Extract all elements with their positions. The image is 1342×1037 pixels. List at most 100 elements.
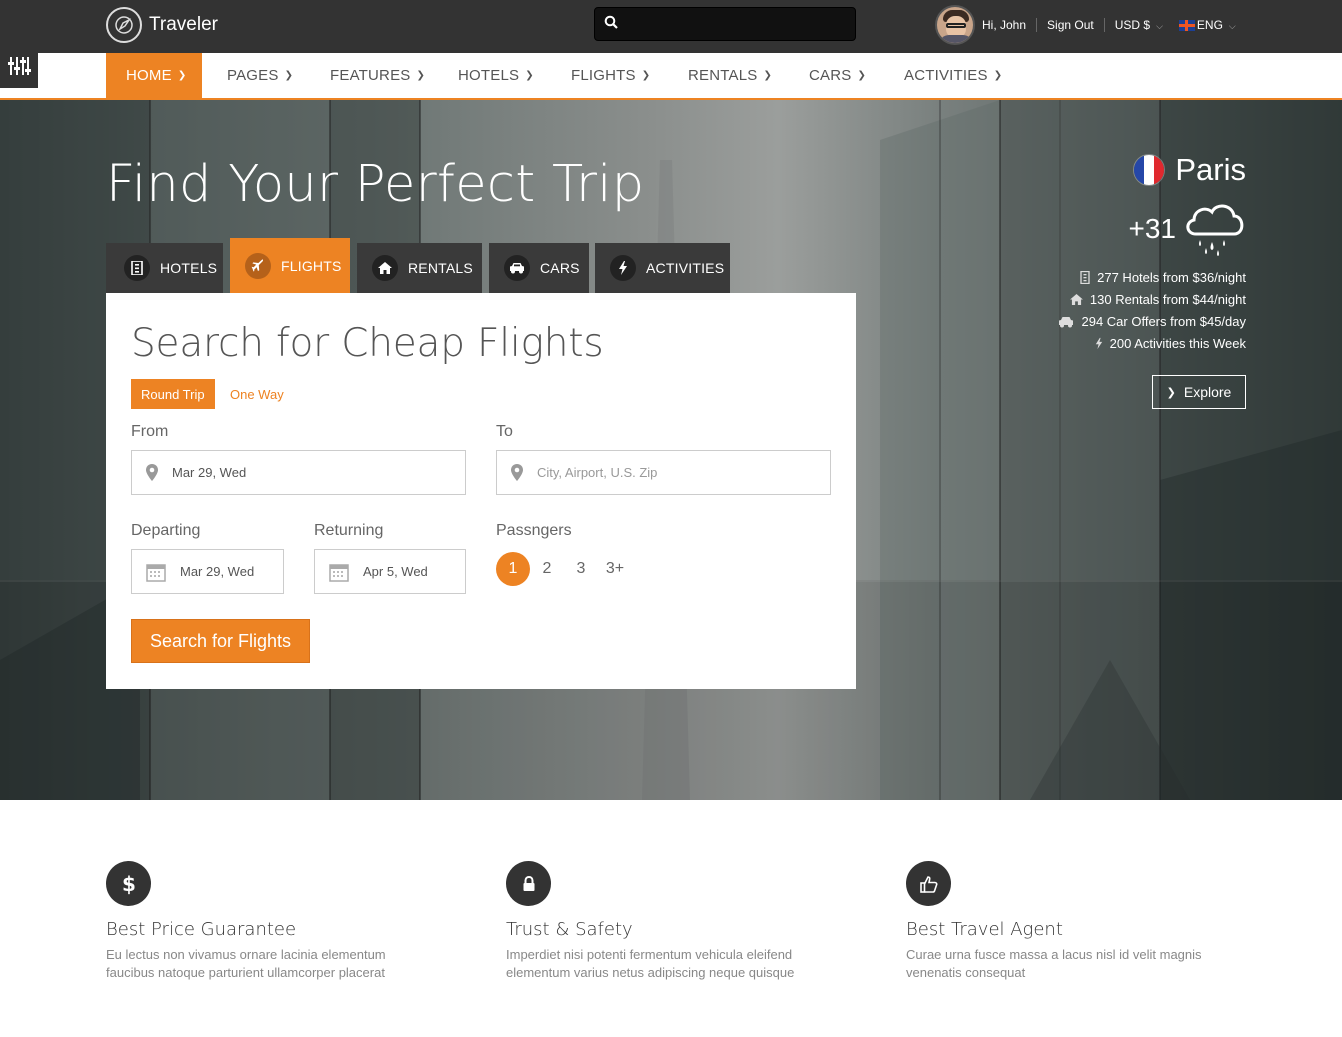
- nav-hotels[interactable]: HOTELS ❯: [458, 53, 534, 98]
- nav-home[interactable]: HOME ❯: [106, 53, 203, 98]
- tab-label: FLIGHTS: [281, 257, 342, 274]
- passengers-label: Passngers: [496, 522, 572, 539]
- top-search-box[interactable]: [594, 7, 856, 41]
- chevron-down-icon: ❯: [763, 70, 773, 81]
- chevron-down-icon: ❯: [177, 70, 187, 81]
- stat-rentals: 130 Rentals from $44/night: [1069, 292, 1246, 307]
- nav-pages[interactable]: PAGES ❯: [227, 53, 293, 98]
- chevron-down-icon: ❯: [641, 70, 651, 81]
- divider: [1036, 18, 1038, 32]
- tab-cars[interactable]: CARS: [489, 243, 589, 293]
- plane-icon: [245, 252, 271, 279]
- explore-button[interactable]: ❯ Explore: [1152, 375, 1246, 409]
- uk-flag-icon: [1178, 20, 1195, 32]
- tab-rentals[interactable]: RENTALS: [357, 243, 482, 293]
- tab-label: CARS: [540, 260, 580, 276]
- chevron-right-icon: ❯: [1166, 386, 1176, 399]
- round-trip-button[interactable]: Round Trip: [131, 379, 215, 409]
- weather: +31: [1129, 200, 1247, 258]
- building-icon: [1080, 271, 1090, 284]
- feature-travel-agent: Best Travel Agent Curae urna fusce massa…: [906, 861, 1236, 982]
- avatar[interactable]: [935, 5, 975, 45]
- tab-label: RENTALS: [408, 260, 473, 276]
- home-icon: [372, 255, 398, 281]
- france-flag-icon: [1133, 154, 1166, 186]
- feature-text: Eu lectus non vivamus ornare lacinia ele…: [106, 947, 386, 980]
- language-label: ENG: [1196, 18, 1223, 32]
- stat-text: 294 Car Offers from $45/day: [1081, 314, 1246, 329]
- tab-flights[interactable]: FLIGHTS: [230, 238, 350, 293]
- from-field[interactable]: Mar 29, Wed: [131, 450, 466, 495]
- search-input[interactable]: [626, 16, 846, 32]
- tab-label: HOTELS: [160, 260, 218, 276]
- feature-title: Best Price Guarantee: [106, 919, 297, 940]
- departing-label: Departing: [131, 522, 201, 539]
- map-marker-icon: [146, 464, 158, 481]
- top-bar: Traveler Hi, John Sign Out USD $ ⌵ ENG ⌵: [0, 0, 1342, 53]
- nav-cars[interactable]: CARS ❯: [809, 53, 866, 98]
- returning-field[interactable]: Apr 5, Wed: [314, 549, 466, 594]
- nav-label: CARS: [809, 67, 852, 84]
- departing-field[interactable]: Mar 29, Wed: [131, 549, 284, 594]
- brand-logo[interactable]: Traveler: [106, 6, 218, 44]
- dollar-icon: $: [106, 861, 151, 906]
- chevron-down-icon: ❯: [857, 70, 867, 81]
- passenger-option-1[interactable]: 1: [496, 552, 530, 586]
- main-nav: HOME ❯ PAGES ❯ FEATURES ❯ HOTELS ❯ FLIGHTS ❯ …: [0, 53, 1342, 100]
- chevron-down-icon: ⌵: [1156, 21, 1163, 31]
- nav-label: HOME: [126, 67, 172, 84]
- destination-city: Paris: [1133, 152, 1246, 188]
- nav-features[interactable]: FEATURES ❯: [330, 53, 425, 98]
- nav-activities[interactable]: ACTIVITIES ❯: [904, 53, 1002, 98]
- compass-icon: [106, 7, 142, 43]
- feature-title: Best Travel Agent: [906, 919, 1063, 940]
- nav-label: FEATURES: [330, 67, 411, 84]
- explore-label: Explore: [1183, 384, 1232, 400]
- passenger-option-2[interactable]: 2: [530, 552, 564, 586]
- sliders-icon: [8, 57, 31, 75]
- to-placeholder: City, Airport, U.S. Zip: [537, 465, 658, 480]
- one-way-button[interactable]: One Way: [220, 379, 294, 409]
- currency-selector[interactable]: USD $ ⌵: [1115, 18, 1163, 32]
- passenger-option-3-plus[interactable]: 3+: [598, 552, 632, 586]
- chevron-down-icon: ⌵: [1228, 21, 1236, 31]
- nav-label: HOTELS: [458, 67, 520, 84]
- svg-text:$: $: [122, 873, 136, 895]
- from-label: From: [131, 423, 169, 440]
- sign-out-link[interactable]: Sign Out: [1047, 18, 1094, 32]
- nav-label: PAGES: [227, 67, 279, 84]
- user-menu: Hi, John Sign Out USD $ ⌵ ENG ⌵: [935, 5, 1236, 45]
- departing-value: Mar 29, Wed: [180, 564, 255, 579]
- tab-hotels[interactable]: HOTELS: [106, 243, 223, 293]
- sidebar-toggle-button[interactable]: [0, 44, 38, 88]
- language-selector[interactable]: ENG ⌵: [1178, 18, 1236, 32]
- feature-title: Trust & Safety: [506, 919, 633, 940]
- car-icon: [504, 255, 530, 281]
- user-greeting[interactable]: Hi, John: [982, 18, 1026, 32]
- passenger-option-3[interactable]: 3: [564, 552, 598, 586]
- nav-rentals[interactable]: RENTALS ❯: [688, 53, 772, 98]
- thumbs-up-icon: [906, 861, 951, 906]
- map-marker-icon: [511, 464, 523, 481]
- to-field[interactable]: City, Airport, U.S. Zip: [496, 450, 831, 495]
- chevron-down-icon: ❯: [525, 70, 534, 81]
- search-flights-button[interactable]: Search for Flights: [131, 619, 310, 663]
- nav-flights[interactable]: FLIGHTS ❯: [571, 53, 650, 98]
- hero-title: Find Your Perfect Trip: [106, 155, 645, 214]
- currency-label: USD $: [1114, 18, 1151, 32]
- nav-label: FLIGHTS: [571, 67, 636, 84]
- stat-activities: 200 Activities this Week: [1095, 336, 1246, 351]
- returning-value: Apr 5, Wed: [363, 564, 428, 579]
- stat-text: 277 Hotels from $36/night: [1097, 270, 1246, 285]
- feature-trust-safety: Trust & Safety Imperdiet nisi potenti fe…: [506, 861, 836, 982]
- feature-text: Imperdiet nisi potenti fermentum vehicul…: [506, 947, 795, 980]
- tab-activities[interactable]: ACTIVITIES: [595, 243, 730, 293]
- bolt-icon: [610, 255, 636, 281]
- nav-label: ACTIVITIES: [904, 67, 988, 84]
- brand-name: Traveler: [149, 14, 218, 35]
- nav-label: RENTALS: [688, 67, 758, 84]
- chevron-down-icon: ❯: [416, 70, 426, 81]
- search-icon: [604, 15, 618, 34]
- search-title: Search for Cheap Flights: [131, 321, 604, 366]
- city-name: Paris: [1175, 152, 1246, 187]
